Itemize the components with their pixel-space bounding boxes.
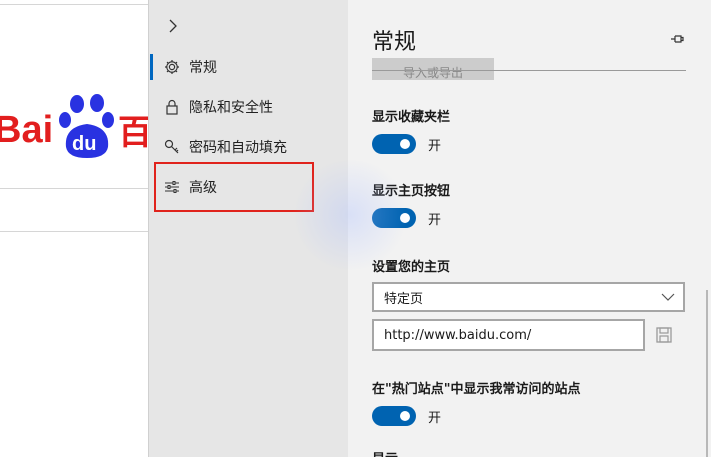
key-icon xyxy=(161,136,183,158)
favorites-bar-toggle[interactable] xyxy=(372,134,416,154)
page-divider-bottom xyxy=(0,231,150,232)
section-divider xyxy=(372,70,686,71)
logo-text: Bai xyxy=(0,109,53,151)
homepage-label: 设置您的主页 xyxy=(372,260,451,275)
settings-content: 常规 导入或导出 显示收藏夹栏 开 显示主页按钮 开 设置您的主页 特定页 在"… xyxy=(348,0,711,457)
nav-item-privacy[interactable]: 隐私和安全性 xyxy=(149,88,349,126)
nav-item-label: 高级 xyxy=(189,180,217,196)
page-divider-top xyxy=(0,4,150,5)
nav-item-general[interactable]: 常规 xyxy=(149,48,349,86)
scrollbar[interactable] xyxy=(706,290,708,457)
top-sites-label: 在"热门站点"中显示我常访问的站点 xyxy=(372,382,581,397)
nav-item-label: 密码和自动填充 xyxy=(189,140,287,156)
settings-nav: 常规 隐私和安全性 密码和自动填充 高级 xyxy=(148,0,348,457)
homepage-select-value: 特定页 xyxy=(384,291,424,307)
home-button-state: 开 xyxy=(428,213,442,228)
gear-icon xyxy=(161,56,183,78)
nav-item-passwords[interactable]: 密码和自动填充 xyxy=(149,128,349,166)
save-icon[interactable] xyxy=(654,325,674,345)
page-title: 常规 xyxy=(372,30,417,55)
favorites-bar-state: 开 xyxy=(428,139,442,154)
browser-page: Bai du 百 xyxy=(0,0,150,457)
logo-paw-text: du xyxy=(72,133,96,155)
logo-cut-char: 百 xyxy=(118,113,150,153)
top-sites-toggle[interactable] xyxy=(372,406,416,426)
home-button-label: 显示主页按钮 xyxy=(372,184,451,199)
chevron-down-icon xyxy=(661,293,675,301)
homepage-select[interactable]: 特定页 xyxy=(372,282,685,312)
pin-icon[interactable] xyxy=(666,28,688,50)
lock-icon xyxy=(161,96,183,118)
sliders-icon xyxy=(161,176,183,198)
top-sites-state: 开 xyxy=(428,411,442,426)
homepage-url-input[interactable] xyxy=(372,319,645,351)
home-button-toggle[interactable] xyxy=(372,208,416,228)
chevron-right-icon[interactable] xyxy=(161,14,185,38)
import-export-button[interactable]: 导入或导出 xyxy=(372,58,494,80)
baidu-logo: Bai du 百 xyxy=(0,94,150,158)
nav-item-advanced[interactable]: 高级 xyxy=(149,168,349,206)
nav-item-label: 隐私和安全性 xyxy=(189,100,273,116)
favorites-bar-label: 显示收藏夹栏 xyxy=(372,110,451,125)
page-divider-middle xyxy=(0,188,150,189)
nav-item-label: 常规 xyxy=(189,60,217,76)
next-setting-label: 显示... xyxy=(372,448,413,457)
